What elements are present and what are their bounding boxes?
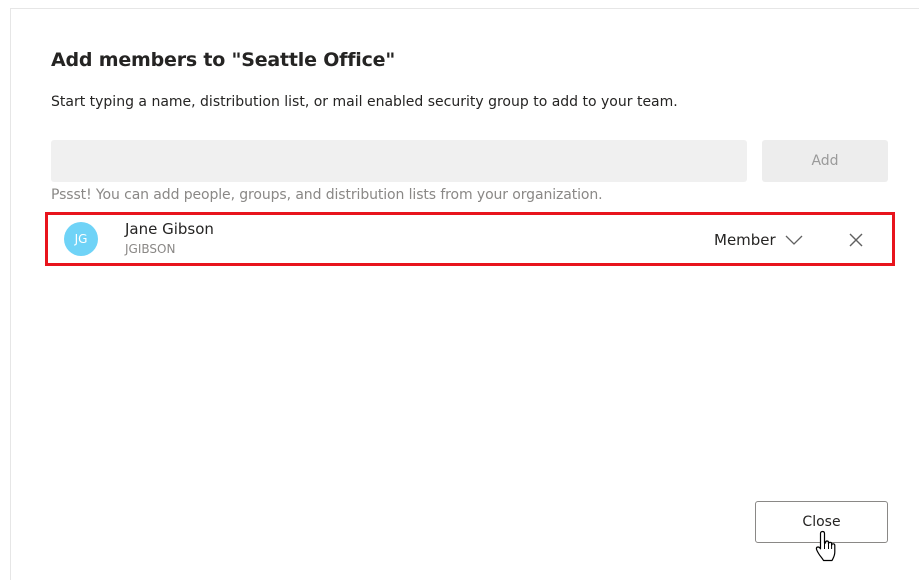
remove-member-close-icon[interactable] (844, 228, 868, 252)
hand-pointer-icon (815, 530, 839, 564)
member-search-input[interactable] (51, 140, 747, 182)
chevron-down-icon (785, 235, 803, 245)
avatar: JG (64, 222, 98, 256)
member-id: JGIBSON (125, 242, 176, 256)
role-label: Member (714, 231, 776, 249)
dialog-title: Add members to "Seattle Office" (51, 49, 396, 71)
add-button[interactable]: Add (762, 140, 888, 182)
role-dropdown[interactable]: Member (714, 229, 803, 251)
member-row: JG Jane Gibson JGIBSON Member (45, 212, 895, 266)
hint-text: Pssst! You can add people, groups, and d… (51, 187, 603, 203)
add-members-dialog: Add members to "Seattle Office" Start ty… (10, 8, 919, 580)
dialog-subtitle: Start typing a name, distribution list, … (51, 94, 678, 110)
member-name: Jane Gibson (125, 220, 214, 238)
